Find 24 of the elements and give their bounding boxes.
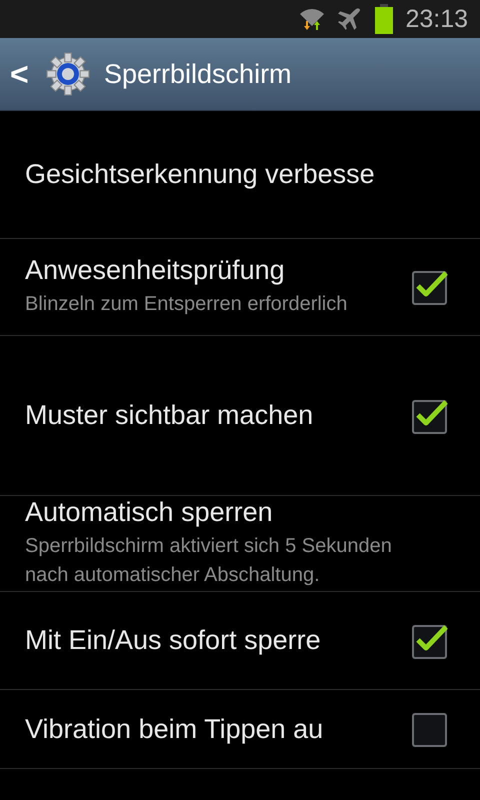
setting-title: Automatisch sperren — [25, 497, 274, 528]
wifi-icon — [299, 6, 326, 32]
settings-item[interactable]: Mit Ein/Aus sofort sperre — [0, 592, 480, 690]
clock: 23:13 — [405, 4, 468, 34]
settings-item[interactable]: Vibration beim Tippen au — [0, 690, 480, 769]
setting-title: Muster sichtbar machen — [25, 400, 314, 431]
settings-item[interactable]: Anwesenheitsprüfung Blinzeln zum Entsperren erforderlich — [0, 239, 480, 336]
checkbox[interactable] — [412, 398, 448, 434]
setting-title: Mit Ein/Aus sofort sperre — [25, 625, 322, 656]
setting-summary: Sperrbildschirm aktiviert sich 5 Sekunden nach automatischer Abschaltung. — [25, 534, 393, 588]
checkbox[interactable] — [412, 622, 448, 658]
screen-title: Sperrbildschirm — [104, 58, 292, 90]
settings-item[interactable]: Automatisch sperren Sperrbildschirm aktiviert sich 5 Sekunden nach automatischer Abschaltung. — [0, 496, 480, 592]
setting-title: Vibration beim Tippen au — [25, 714, 324, 744]
settings-item[interactable]: Gesichtserkennung verbesse — [0, 111, 480, 239]
back-button[interactable]: < — [10, 56, 32, 92]
checkbox[interactable] — [412, 269, 448, 305]
setting-title: Anwesenheitsprüfung — [25, 255, 286, 286]
checkbox[interactable] — [412, 711, 448, 747]
setting-title: Gesichtserkennung verbesse — [25, 159, 376, 190]
battery-icon — [375, 4, 394, 34]
setting-summary: Blinzeln zum Entsperren erforderlich — [25, 292, 348, 317]
settings-icon — [46, 52, 90, 96]
settings-item[interactable]: Muster sichtbar machen — [0, 336, 480, 496]
